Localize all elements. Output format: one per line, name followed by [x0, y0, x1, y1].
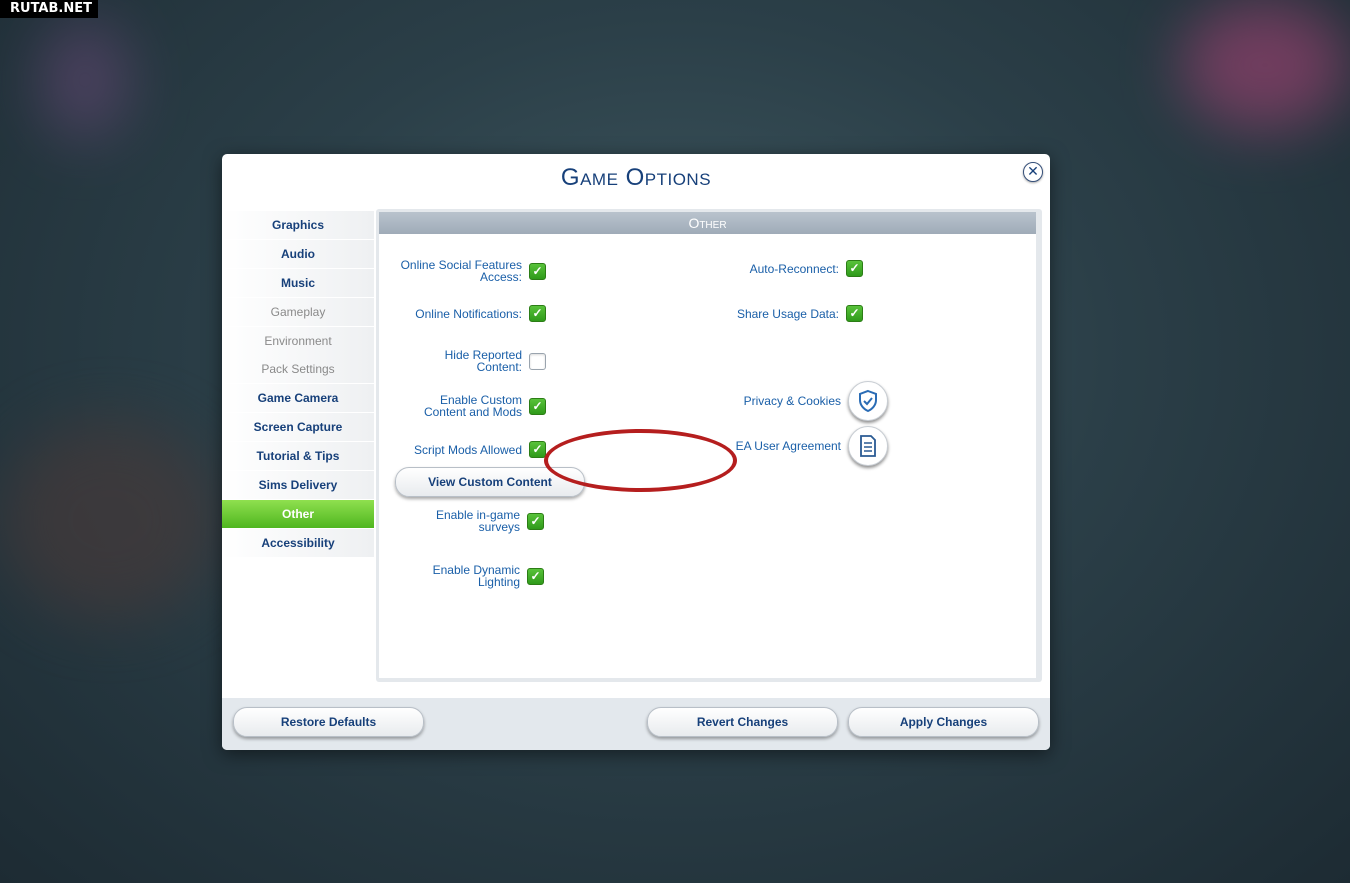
watermark-text: RUTAB.NET — [0, 0, 98, 18]
document-icon[interactable] — [848, 426, 888, 466]
annotation-highlight-ring — [544, 429, 737, 492]
sidebar-item-pack-settings: Pack Settings — [222, 355, 374, 384]
background-furniture — [0, 420, 220, 620]
sidebar-item-accessibility[interactable]: Accessibility — [222, 528, 374, 557]
script-mods-checkbox[interactable]: ✓ — [529, 441, 546, 458]
share-usage-row: Share Usage Data: ✓ — [737, 305, 863, 322]
content-panel: Other Online Social Features Access: ✓ O… — [376, 209, 1042, 682]
auto-reconnect-row: Auto-Reconnect: ✓ — [750, 260, 863, 277]
online-notifications-label: Online Notifications: — [415, 306, 522, 321]
background-foliage — [1180, 0, 1350, 130]
online-social-checkbox[interactable]: ✓ — [529, 262, 546, 280]
auto-reconnect-label: Auto-Reconnect: — [749, 261, 839, 276]
close-icon: ✕ — [1027, 163, 1039, 179]
ingame-surveys-checkbox[interactable]: ✓ — [527, 512, 544, 530]
background-figure — [40, 20, 130, 140]
options-sidebar: Graphics Audio Music Gameplay Environmen… — [222, 211, 374, 558]
script-mods-label: Script Mods Allowed — [413, 442, 522, 457]
share-usage-checkbox[interactable]: ✓ — [846, 305, 863, 322]
online-notifications-checkbox[interactable]: ✓ — [529, 305, 546, 322]
sidebar-item-other[interactable]: Other — [222, 499, 374, 528]
revert-changes-button[interactable]: Revert Changes — [647, 707, 838, 737]
dynamic-lighting-label: Enable Dynamic Lighting — [432, 563, 520, 589]
online-social-label: Online Social Features Access: — [400, 258, 522, 284]
sidebar-item-game-camera[interactable]: Game Camera — [222, 384, 374, 413]
sidebar-item-music[interactable]: Music — [222, 268, 374, 297]
sidebar-item-sims-delivery[interactable]: Sims Delivery — [222, 471, 374, 500]
auto-reconnect-checkbox[interactable]: ✓ — [846, 260, 863, 277]
apply-changes-button[interactable]: Apply Changes — [848, 707, 1039, 737]
dialog-title: Game Options — [560, 164, 712, 191]
ea-agreement-row: EA User Agreement — [736, 426, 888, 466]
ingame-surveys-row: Enable in-game surveys ✓ — [425, 509, 544, 533]
online-social-row: Online Social Features Access: ✓ — [387, 259, 546, 283]
privacy-cookies-label[interactable]: Privacy & Cookies — [744, 395, 841, 407]
share-usage-label: Share Usage Data: — [736, 306, 839, 321]
hide-reported-row: Hide Reported Content: — [432, 349, 546, 373]
game-options-dialog: Game Options ✕ Graphics Audio Music Game… — [222, 154, 1050, 750]
privacy-cookies-row: Privacy & Cookies — [744, 381, 888, 421]
enable-custom-content-checkbox[interactable]: ✓ — [529, 397, 546, 415]
section-header: Other — [379, 212, 1036, 234]
sidebar-item-screen-capture[interactable]: Screen Capture — [222, 413, 374, 442]
dynamic-lighting-checkbox[interactable]: ✓ — [527, 567, 544, 585]
shield-check-icon[interactable] — [848, 381, 888, 421]
sidebar-item-tutorial-tips[interactable]: Tutorial & Tips — [222, 442, 374, 471]
sidebar-item-environment: Environment — [222, 326, 374, 355]
sidebar-item-graphics[interactable]: Graphics — [222, 211, 374, 239]
sidebar-item-gameplay: Gameplay — [222, 297, 374, 326]
online-notifications-row: Online Notifications: ✓ — [415, 305, 546, 322]
hide-reported-label: Hide Reported Content: — [444, 348, 522, 374]
dialog-footer: Restore Defaults Revert Changes Apply Ch… — [222, 698, 1050, 750]
ea-agreement-label[interactable]: EA User Agreement — [736, 440, 841, 452]
sidebar-item-audio[interactable]: Audio — [222, 239, 374, 268]
hide-reported-checkbox[interactable] — [529, 352, 546, 370]
enable-custom-content-row: Enable Custom Content and Mods ✓ — [412, 394, 546, 418]
dynamic-lighting-row: Enable Dynamic Lighting ✓ — [425, 564, 544, 588]
restore-defaults-button[interactable]: Restore Defaults — [233, 707, 424, 737]
script-mods-row: Script Mods Allowed ✓ — [414, 441, 546, 458]
enable-custom-content-label: Enable Custom Content and Mods — [423, 393, 522, 419]
ingame-surveys-label: Enable in-game surveys — [435, 508, 520, 534]
content-inner: Other Online Social Features Access: ✓ O… — [379, 212, 1036, 678]
close-button[interactable]: ✕ — [1023, 162, 1043, 182]
